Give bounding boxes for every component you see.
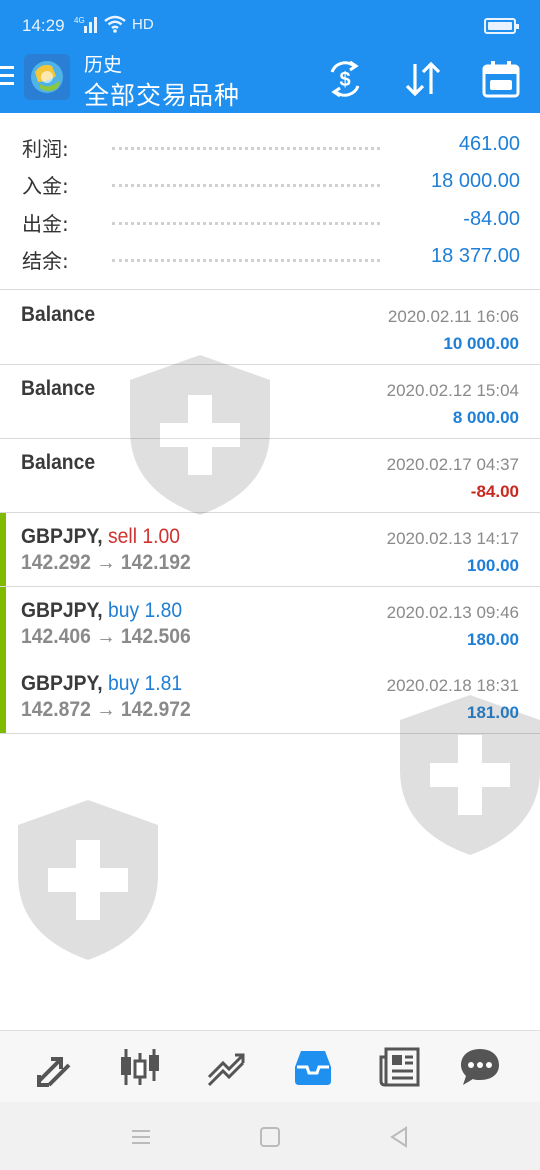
deal-title: GBPJPY, sell 1.00 [21,525,180,549]
deal-time: 2020.02.12 15:04 [386,381,519,400]
deal-profit: 180.00 [467,630,519,649]
bottom-navigation [0,1030,540,1102]
deal-profit: 100.00 [467,556,519,575]
summary-label: 入金: [22,174,69,198]
trade-accent-bar [0,660,6,733]
summary-value: 18 000.00 [431,170,520,192]
deal-profit: 8 000.00 [452,408,519,427]
recent-apps-icon[interactable] [130,1126,152,1148]
deal-symbol: GBPJPY, [21,672,103,695]
calendar-icon[interactable] [480,58,522,100]
hd-indicator: HD [132,15,154,33]
deal-title: GBPJPY, buy 1.80 [21,599,182,623]
summary-leader-dots [112,184,380,187]
deal-prices: 142.406 → 142.506 [21,625,191,648]
deal-profit: -84.00 [470,482,519,501]
cellular-signal-icon: 4G [74,16,97,33]
deal-time: 2020.02.18 18:31 [386,676,519,695]
summary-leader-dots [112,147,380,150]
deal-title: GBPJPY, buy 1.81 [21,672,182,696]
deal-prices: 142.292 → 142.192 [21,551,191,574]
history-summary: 利润: 461.00 入金: 18 000.00 出金: -84.00 结余: … [0,113,540,290]
deal-time: 2020.02.17 04:37 [386,455,519,474]
deal-title: Balance [21,451,96,474]
deal-symbol: GBPJPY, [21,599,103,622]
wifi-icon [104,15,126,33]
deal-side: buy 1.80 [107,599,183,622]
summary-row-withdrawal: 出金: -84.00 [22,204,520,236]
quotes-icon[interactable] [33,1045,77,1089]
status-bar: 14:29 4G HD [0,0,540,46]
status-time: 14:29 [22,16,65,35]
deal-symbol: GBPJPY, [21,525,103,548]
chart-icon[interactable] [118,1045,162,1089]
deal-title: Balance [21,377,96,400]
app-header: 14:29 4G HD 历史 全部交易品种 $ [0,0,540,113]
deal-prices: 142.872 → 142.972 [21,698,191,721]
shield-watermark-icon [18,800,158,960]
system-navigation-bar [0,1102,540,1170]
app-logo [24,54,70,100]
summary-label: 结余: [22,249,69,273]
sort-icon[interactable] [402,58,444,100]
summary-row-deposit: 入金: 18 000.00 [22,166,520,198]
status-icons: 4G HD [74,15,154,33]
deal-row-balance[interactable]: Balance 2020.02.11 16:06 10 000.00 [0,291,540,365]
deal-title: Balance [21,303,96,326]
currency-exchange-icon[interactable]: $ [324,58,366,100]
deal-side: sell 1.00 [107,525,180,548]
trade-icon[interactable] [205,1045,249,1089]
deal-profit: 181.00 [467,703,519,722]
summary-value: 461.00 [458,133,520,155]
deal-side: buy 1.81 [107,672,183,695]
battery-icon [484,18,519,34]
trade-accent-bar [0,513,6,586]
chat-icon[interactable] [458,1045,502,1089]
deal-time: 2020.02.11 16:06 [387,307,519,326]
deal-row-balance[interactable]: Balance 2020.02.12 15:04 8 000.00 [0,365,540,439]
summary-value: 18 377.00 [431,245,520,267]
deal-row-balance[interactable]: Balance 2020.02.17 04:37 -84.00 [0,439,540,513]
summary-row-balance: 结余: 18 377.00 [22,241,520,273]
header-subtitle: 历史 [84,54,123,76]
header-title[interactable]: 全部交易品种 [84,76,240,112]
deal-row-trade[interactable]: GBPJPY, buy 1.81 142.872 → 142.972 2020.… [0,660,540,734]
summary-row-profit: 利润: 461.00 [22,129,520,161]
history-icon[interactable] [291,1045,335,1089]
deal-row-trade[interactable]: GBPJPY, sell 1.00 142.292 → 142.192 2020… [0,513,540,587]
summary-leader-dots [112,222,380,225]
deal-time: 2020.02.13 09:46 [386,603,519,622]
summary-label: 利润: [22,137,69,161]
deal-time: 2020.02.13 14:17 [386,529,519,548]
trade-accent-bar [0,587,6,660]
news-icon[interactable] [378,1045,422,1089]
summary-value: -84.00 [463,208,520,230]
svg-text:$: $ [339,69,350,91]
home-icon[interactable] [259,1126,281,1148]
deal-row-trade[interactable]: GBPJPY, buy 1.80 142.406 → 142.506 2020.… [0,587,540,661]
summary-leader-dots [112,259,380,262]
back-icon[interactable] [388,1126,410,1148]
network-type: 4G [74,16,85,25]
summary-label: 出金: [22,212,69,236]
deal-profit: 10 000.00 [443,334,519,353]
menu-icon[interactable] [0,66,16,90]
